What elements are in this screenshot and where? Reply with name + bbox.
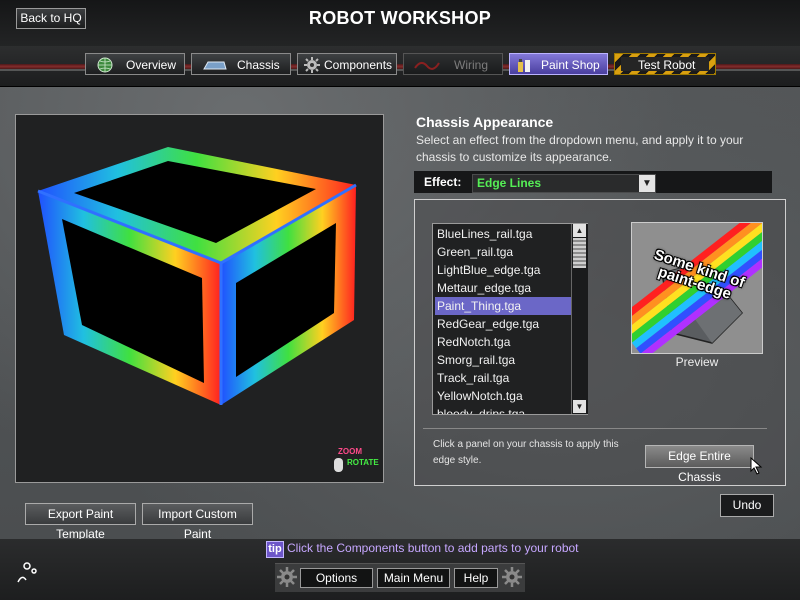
tab-chassis[interactable]: Chassis xyxy=(191,53,291,75)
scroll-up-icon[interactable]: ▲ xyxy=(573,224,586,237)
undo-button[interactable]: Undo xyxy=(720,494,774,517)
list-item[interactable]: RedGear_edge.tga xyxy=(435,315,575,333)
list-item[interactable]: YellowNotch.tga xyxy=(435,387,575,405)
mouse-icon xyxy=(334,458,343,472)
texture-file-list[interactable]: BlueLines_rail.tga Green_rail.tga LightB… xyxy=(432,223,588,415)
list-item[interactable]: LightBlue_edge.tga xyxy=(435,261,575,279)
rotate-hint: ROTATE xyxy=(347,458,379,467)
chassis-3d-viewport[interactable]: ZOOM ROTATE xyxy=(15,114,384,483)
tab-test-robot[interactable]: Test Robot xyxy=(614,53,716,75)
file-list-scrollbar[interactable]: ▲ ▼ xyxy=(571,224,588,414)
tab-label: Wiring xyxy=(454,58,489,72)
tab-bar: Overview Chassis Components Wiring Paint… xyxy=(0,46,800,87)
gear-icon xyxy=(277,567,297,587)
scroll-thumb[interactable] xyxy=(573,238,586,268)
options-button[interactable]: Options xyxy=(300,568,373,588)
main-menu-button[interactable]: Main Menu xyxy=(377,568,450,588)
tab-wiring[interactable]: Wiring xyxy=(403,53,503,75)
preview-label: Preview xyxy=(675,355,719,369)
list-item[interactable]: bloody_drips.tga xyxy=(435,405,575,414)
tip-text: Click the Components button to add parts… xyxy=(287,541,579,555)
chevron-down-icon[interactable]: ▼ xyxy=(639,175,655,192)
mouse-cursor-icon xyxy=(750,457,763,475)
list-item[interactable]: RedNotch.tga xyxy=(435,333,575,351)
robot-logo-icon xyxy=(17,562,37,583)
section-title: Chassis Appearance xyxy=(416,114,554,130)
list-item[interactable]: Mettaur_edge.tga xyxy=(435,279,575,297)
divider xyxy=(423,428,767,429)
tab-label: Chassis xyxy=(237,58,280,72)
help-button[interactable]: Help xyxy=(454,568,498,588)
scroll-down-icon[interactable]: ▼ xyxy=(573,400,586,413)
tab-label: Test Robot xyxy=(638,58,696,72)
effect-selected-value: Edge Lines xyxy=(477,176,542,190)
tab-paint-shop[interactable]: Paint Shop xyxy=(509,53,608,75)
tip-badge: tip xyxy=(266,541,284,558)
tab-label: Overview xyxy=(126,58,177,72)
paint-icon xyxy=(518,59,530,72)
export-paint-template-button[interactable]: Export Paint Template xyxy=(25,503,136,541)
gear-icon xyxy=(502,567,522,587)
page-title: ROBOT WORKSHOP xyxy=(308,8,492,28)
preview-image: Some kind of paint-edge xyxy=(631,222,763,354)
wire-icon xyxy=(414,62,440,70)
tab-overview[interactable]: Overview xyxy=(85,53,185,75)
globe-icon xyxy=(97,57,113,73)
tab-label: Paint Shop xyxy=(541,58,600,72)
zoom-hint: ZOOM xyxy=(338,447,362,456)
tab-components[interactable]: Components xyxy=(297,53,397,75)
gear-icon xyxy=(304,57,320,73)
list-item[interactable]: BlueLines_rail.tga xyxy=(435,225,575,243)
import-custom-paint-button[interactable]: Import Custom Paint xyxy=(142,503,253,541)
list-item[interactable]: Track_rail.tga xyxy=(435,369,575,387)
list-item[interactable]: Green_rail.tga xyxy=(435,243,575,261)
list-item[interactable]: Smorg_rail.tga xyxy=(435,351,575,369)
effect-label: Effect: xyxy=(424,175,462,189)
edge-entire-chassis-button[interactable]: Edge Entire Chassis xyxy=(645,445,754,484)
section-description: Select an effect from the dropdown menu,… xyxy=(416,133,744,164)
edge-hint-text: Click a panel on your chassis to apply t… xyxy=(433,439,619,466)
effect-dropdown[interactable]: Edge Lines ▼ xyxy=(472,174,656,193)
chassis-icon xyxy=(203,61,227,70)
list-item-selected[interactable]: Paint_Thing.tga xyxy=(435,297,575,315)
tab-label: Components xyxy=(324,58,393,72)
chassis-cube-render xyxy=(37,147,357,472)
